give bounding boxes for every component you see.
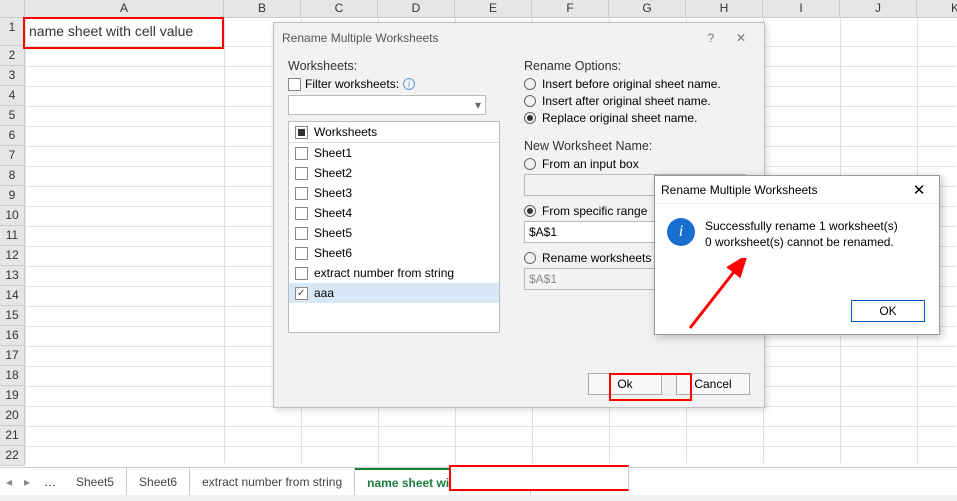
row-header-16[interactable]: 16 [0, 326, 25, 346]
radio-from-range[interactable] [524, 205, 536, 217]
worksheet-label: Sheet3 [314, 186, 352, 200]
worksheet-item[interactable]: Sheet4 [289, 203, 499, 223]
row-header-17[interactable]: 17 [0, 346, 25, 366]
worksheet-item[interactable]: Sheet2 [289, 163, 499, 183]
rename-options-label: Rename Options: [524, 59, 746, 73]
worksheet-label: Sheet1 [314, 146, 352, 160]
list-header[interactable]: Worksheets [289, 122, 499, 143]
row-header-5[interactable]: 5 [0, 106, 25, 126]
worksheet-label: extract number from string [314, 266, 454, 280]
sheet-tab[interactable]: Sheet5 [64, 468, 127, 495]
worksheet-item[interactable]: Sheet3 [289, 183, 499, 203]
select-all-corner[interactable] [0, 0, 25, 18]
row-header-15[interactable]: 15 [0, 306, 25, 326]
row-header-10[interactable]: 10 [0, 206, 25, 226]
tab-nav-next[interactable]: ▸ [18, 468, 36, 495]
tab-overflow[interactable]: … [36, 468, 64, 495]
info-large-icon: i [667, 218, 695, 246]
worksheet-checkbox[interactable] [295, 287, 308, 300]
worksheet-label: aaa [314, 286, 334, 300]
radio-from-input[interactable] [524, 158, 536, 170]
filter-label: Filter worksheets: [305, 77, 399, 91]
row-header-4[interactable]: 4 [0, 86, 25, 106]
worksheet-label: Sheet5 [314, 226, 352, 240]
message-box: Rename Multiple Worksheets ✕ i Successfu… [654, 175, 940, 335]
column-header-A[interactable]: A [25, 0, 224, 18]
worksheet-item[interactable]: Sheet6 [289, 243, 499, 263]
row-header-13[interactable]: 13 [0, 266, 25, 286]
tab-nav-prev[interactable]: ◂ [0, 468, 18, 495]
worksheet-item[interactable]: Sheet1 [289, 143, 499, 163]
row-header-2[interactable]: 2 [0, 46, 25, 66]
filter-checkbox[interactable] [288, 78, 301, 91]
filter-select[interactable]: ▾ [288, 95, 486, 115]
worksheet-item[interactable]: Sheet5 [289, 223, 499, 243]
info-icon[interactable]: i [403, 78, 415, 90]
worksheet-item[interactable]: extract number from string [289, 263, 499, 283]
column-header-K[interactable]: K [917, 0, 957, 18]
worksheet-list: Worksheets Sheet1 Sheet2 Sheet3 Sheet4 Sheet… [288, 121, 500, 333]
radio-insert-before[interactable] [524, 78, 536, 90]
row-header-6[interactable]: 6 [0, 126, 25, 146]
row-header-18[interactable]: 18 [0, 366, 25, 386]
dialog-title: Rename Multiple Worksheets [282, 31, 696, 45]
row-header-22[interactable]: 22 [0, 446, 25, 466]
column-header-J[interactable]: J [840, 0, 917, 18]
worksheet-label: Sheet4 [314, 206, 352, 220]
sheet-tab[interactable]: Sheet6 [127, 468, 190, 495]
radio-replace[interactable] [524, 112, 536, 124]
row-header-7[interactable]: 7 [0, 146, 25, 166]
radio-insert-after[interactable] [524, 95, 536, 107]
message-title: Rename Multiple Worksheets [661, 183, 905, 197]
new-name-label: New Worksheet Name: [524, 139, 746, 153]
worksheet-label: Sheet6 [314, 246, 352, 260]
radio-rename-kutools[interactable] [524, 252, 536, 264]
worksheet-checkbox[interactable] [295, 227, 308, 240]
row-header-21[interactable]: 21 [0, 426, 25, 446]
close-button[interactable]: ✕ [726, 31, 756, 45]
ok-button[interactable]: Ok [588, 373, 662, 395]
row-header-12[interactable]: 12 [0, 246, 25, 266]
new-sheet-button[interactable]: ⊕ [531, 468, 561, 495]
column-header-D[interactable]: D [378, 0, 455, 18]
column-header-G[interactable]: G [609, 0, 686, 18]
message-text: Successfully rename 1 worksheet(s) 0 wor… [705, 218, 898, 250]
row-header-3[interactable]: 3 [0, 66, 25, 86]
help-button[interactable]: ? [696, 31, 726, 45]
row-header-9[interactable]: 9 [0, 186, 25, 206]
worksheet-checkbox[interactable] [295, 207, 308, 220]
worksheet-checkbox[interactable] [295, 167, 308, 180]
column-header-B[interactable]: B [224, 0, 301, 18]
column-header-E[interactable]: E [455, 0, 532, 18]
column-header-F[interactable]: F [532, 0, 609, 18]
worksheet-checkbox[interactable] [295, 147, 308, 160]
sheet-tab[interactable]: name sheet with cell value [355, 468, 531, 495]
message-close-button[interactable]: ✕ [905, 181, 933, 199]
sheet-tab-bar: ◂ ▸ … Sheet5Sheet6extract number from st… [0, 467, 957, 495]
row-header-8[interactable]: 8 [0, 166, 25, 186]
row-header-19[interactable]: 19 [0, 386, 25, 406]
column-header-C[interactable]: C [301, 0, 378, 18]
sheet-tab[interactable]: extract number from string [190, 468, 355, 495]
row-header-14[interactable]: 14 [0, 286, 25, 306]
worksheets-label: Worksheets: [288, 59, 500, 73]
cancel-button[interactable]: Cancel [676, 373, 750, 395]
worksheet-label: Sheet2 [314, 166, 352, 180]
row-header-11[interactable]: 11 [0, 226, 25, 246]
worksheet-checkbox[interactable] [295, 187, 308, 200]
row-header-1[interactable]: 1 [0, 18, 25, 46]
worksheet-item[interactable]: aaa [289, 283, 499, 303]
select-all-checkbox[interactable] [295, 126, 308, 139]
row-header-20[interactable]: 20 [0, 406, 25, 426]
message-ok-button[interactable]: OK [851, 300, 925, 322]
worksheet-checkbox[interactable] [295, 267, 308, 280]
horizontal-scrollbar[interactable] [0, 495, 957, 501]
column-header-I[interactable]: I [763, 0, 840, 18]
worksheet-checkbox[interactable] [295, 247, 308, 260]
column-header-H[interactable]: H [686, 0, 763, 18]
cell-a1[interactable]: name sheet with cell value [25, 18, 224, 46]
